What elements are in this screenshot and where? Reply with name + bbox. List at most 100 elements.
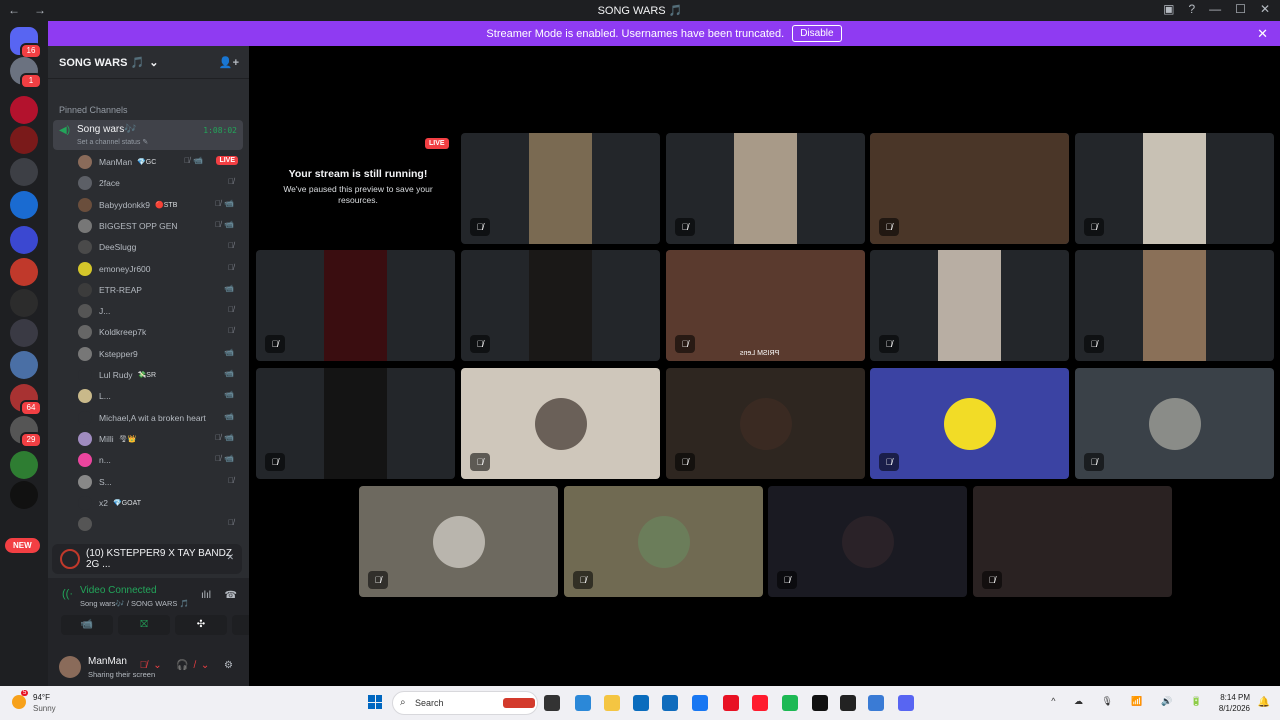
server-header[interactable]: SONG WARS 🎵 ⌄ 👤+ [48,46,249,79]
channel-timer: 1:08:02 [203,126,237,135]
username[interactable]: ManMan [88,656,127,667]
capcut-icon[interactable] [812,695,828,711]
voice-member[interactable]: Koldkreep7k 🎙̸ [78,323,240,341]
maximize-icon[interactable]: ☐ [1235,2,1246,16]
voice-member[interactable]: L... 📹 [78,387,240,405]
voice-member[interactable]: S... 🎙̸ [78,473,240,491]
activities-button[interactable]: ✣ [175,615,227,635]
tile-2-5[interactable]: 🎙̸ [1075,250,1274,361]
activity-close-icon[interactable]: ✕ [226,552,234,563]
tile-3-2[interactable]: 🎙̸ [461,368,660,479]
mute-deafen-icons[interactable]: 🎙̸⌄ 🎧̸⌄ [140,660,216,671]
server-icon-10[interactable] [10,319,38,347]
mute-camera-icons: 🎙̸ [228,241,237,251]
spotify-icon[interactable] [782,695,798,711]
tile-2-3[interactable]: PRISM Lens 🎙̸ [666,250,865,361]
discord-taskbar-icon[interactable] [898,695,914,711]
tile-1-5[interactable]: 🎙̸ [1075,133,1274,244]
activity-card[interactable]: (10) KSTEPPER9 X TAY BANDZ 2G ... ✕ [52,544,242,574]
voice-member[interactable]: Lul Rudy 💸SR 📹 [78,366,240,384]
tile-3-5[interactable]: 🎙̸ [1075,368,1274,479]
shoe-app-icon[interactable] [503,698,535,708]
voice-location[interactable]: Song wars🎶 / SONG WARS 🎵 [80,599,189,608]
tile-1-4[interactable]: 🎙̸ [870,133,1069,244]
tile-2-2[interactable]: 🎙̸ [461,250,660,361]
server-icon-2[interactable]: 1 [10,57,42,89]
tile-3-4[interactable]: 🎙̸ [870,368,1069,479]
tile-1-2[interactable]: 🎙̸ [461,133,660,244]
invite-people-icon[interactable]: 👤+ [219,56,239,69]
voice-member[interactable]: n... 🎙̸📹 [78,451,240,469]
signal-icon[interactable]: ((· [62,588,73,600]
tile-1-3[interactable]: 🎙̸ [666,133,865,244]
tile-4-3[interactable]: 🎙̸ [768,486,967,597]
tile-2-1[interactable]: 🎙̸ [256,250,455,361]
muted-mic-icon: 🎙̸ [265,453,285,471]
minimize-icon[interactable]: — [1209,2,1221,16]
gear-icon[interactable]: ⚙ [224,660,239,671]
file-explorer-icon[interactable] [604,695,620,711]
voice-member[interactable]: x2 💎GOAT [78,494,240,512]
avatar[interactable] [59,656,81,678]
folder-icon[interactable] [10,226,38,254]
channel-status[interactable]: Set a channel status ✎ [77,138,148,146]
help-icon[interactable]: ? [1188,2,1195,16]
maps-app-icon[interactable] [868,695,884,711]
photos-icon[interactable] [575,695,591,711]
voice-member[interactable]: 🎙̸ [78,515,240,533]
server-icon-12[interactable]: 64 [10,384,42,416]
windows-start-icon[interactable] [368,695,382,709]
unread-badge: 29 [20,432,42,448]
voice-member[interactable]: 2face 🎙̸ [78,174,240,192]
inbox-icon[interactable]: ▣ [1163,2,1174,16]
facebook-icon[interactable] [692,695,708,711]
disconnect-icon[interactable]: ☎ [225,590,237,601]
disable-button[interactable]: Disable [792,25,842,42]
clock[interactable]: 8:14 PM 8/1/2026 [1219,692,1250,714]
voice-member[interactable]: ETR-REAP 📹 [78,281,240,299]
obs-icon[interactable] [840,695,856,711]
server-icon-14[interactable] [10,451,38,479]
notification-bell-icon[interactable]: 🔔 [1258,697,1270,708]
camera-button[interactable]: 📹 [61,615,113,635]
server-icon-bay[interactable] [10,191,38,219]
tile-2-4[interactable]: 🎙̸ [870,250,1069,361]
screen-share-button[interactable]: ⛝ [118,615,170,635]
noise-suppression-icon[interactable]: ılıl [201,590,211,601]
red-app-icon[interactable] [723,695,739,711]
tile-4-2[interactable]: 🎙̸ [564,486,763,597]
voice-member[interactable]: Michael,A wit a broken heart 📹 [78,409,240,427]
opera-icon[interactable] [752,695,768,711]
tile-3-3[interactable]: 🎙̸ [666,368,865,479]
tile-4-1[interactable]: 🎙̸ [359,486,558,597]
voice-channel-song-wars[interactable]: ◀) Song wars🎶 Set a channel status ✎ 1:0… [53,120,243,150]
voice-member[interactable]: BIGGEST OPP GEN 🎙̸📹 [78,217,240,235]
avatar [943,397,996,450]
server-icon-4[interactable] [10,126,38,154]
audio-controls[interactable]: 🎙̸⌄ 🎧̸⌄ ⚙ [140,660,239,671]
server-icon-13[interactable]: 29 [10,416,42,448]
server-icon-ng[interactable] [10,481,38,509]
voice-member[interactable]: Kstepper9 📹 [78,345,240,363]
new-badge[interactable]: NEW [5,538,40,553]
voice-member[interactable]: Milli 🌪👑 🎙̸📹 [78,430,240,448]
server-icon-songwars[interactable] [10,158,38,186]
taskview-icon[interactable] [544,695,560,711]
discord-home-icon[interactable]: 16 [10,27,42,59]
system-tray[interactable]: ^ ☁ 🎙 📶 🔊 🔋 [1051,696,1210,707]
voice-member[interactable]: J... 🎙̸ [78,302,240,320]
server-icon-3[interactable] [10,96,38,124]
outlook-icon[interactable] [662,695,678,711]
voice-member[interactable]: emoneyJr600 🎙̸ [78,260,240,278]
voice-member[interactable]: Babyydonkk9 🔴STB 🎙̸📹 [78,196,240,214]
voice-member[interactable]: ManMan 💎GC 🎙̸📹 LIVE [78,153,240,171]
tile-3-1[interactable]: 🎙̸ [256,368,455,479]
server-icon-11[interactable] [10,351,38,379]
tile-4-4[interactable]: 🎙̸ [973,486,1172,597]
voice-member[interactable]: DeeSlugg 🎙̸ [78,238,240,256]
close-window-icon[interactable]: ✕ [1260,2,1270,16]
server-icon-m[interactable] [10,258,38,286]
store-icon[interactable] [633,695,649,711]
server-icon-kozaal[interactable] [10,289,38,317]
banner-close-icon[interactable]: ✕ [1257,26,1268,42]
